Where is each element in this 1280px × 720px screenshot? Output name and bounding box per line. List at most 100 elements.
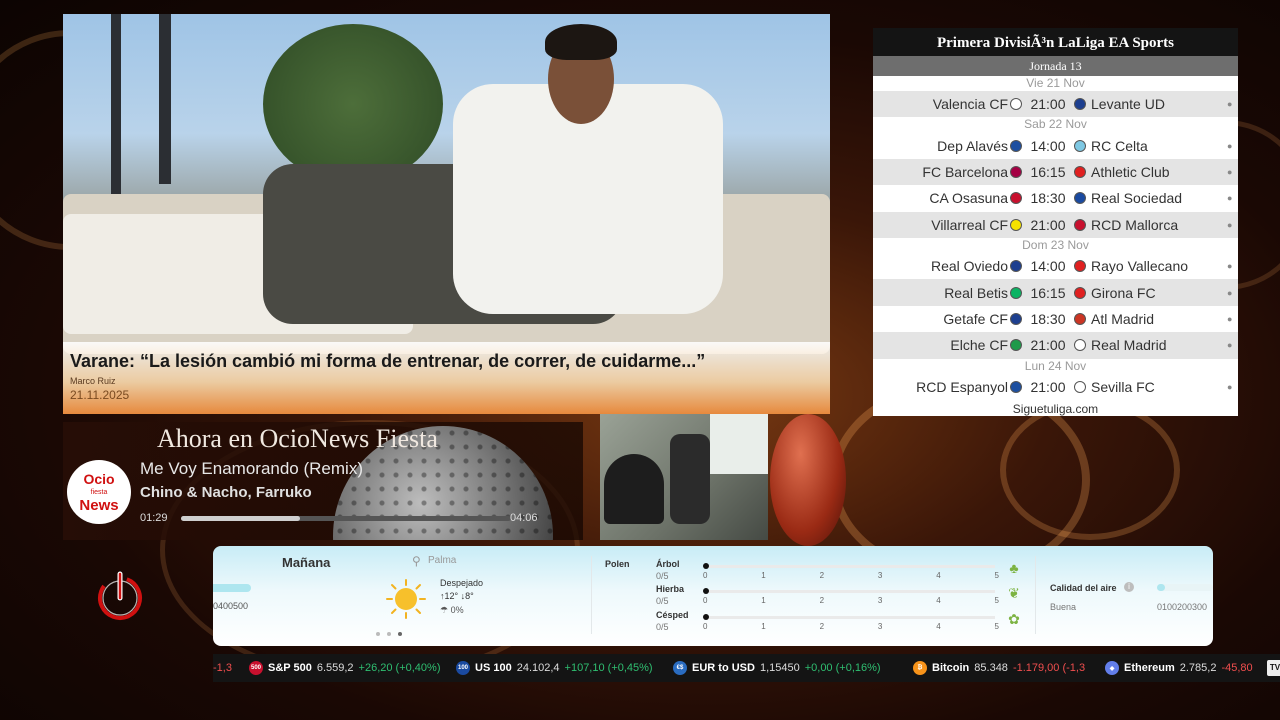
pollen-scale-tick: 4 [936,571,941,580]
asset-name: US 100 [475,662,512,674]
carousel-dot[interactable] [398,632,402,636]
webcam-chair [670,434,710,524]
rain-chance: ☂ 0% [440,605,464,615]
away-crest-icon [1074,380,1086,393]
pollen-type: Hierba [656,584,685,594]
fixture-row[interactable]: Villarreal CF 21:00 RCD Mallorca ● [873,211,1238,238]
sun-icon [386,579,426,619]
pollen-plant-icon: ✿ [1008,611,1020,627]
away-crest-icon [1074,98,1086,111]
location-pin-icon[interactable]: ● [1227,99,1232,109]
carousel-dot[interactable] [376,632,380,636]
fixture-row[interactable]: Getafe CF 18:30 Atl Madrid ● [873,306,1238,332]
fixture-row[interactable]: Real Oviedo 14:00 Rayo Vallecano ● [873,253,1238,279]
asset-name: Bitcoin [932,662,970,674]
away-team: Real Madrid [1091,337,1167,354]
pollen-scale-tick: 1 [761,622,766,631]
pollen-scale-tick: 2 [819,622,825,631]
fixture-row[interactable]: Valencia CF 21:00 Levante UD ● [873,91,1238,118]
home-crest-icon [1010,286,1022,299]
air-quality-scale: 0100200300 [1157,602,1208,612]
news-card[interactable]: Varane: “La lesión cambió mi forma de en… [63,14,830,414]
away-team: Levante UD [1091,96,1165,113]
away-team: RC Celta [1091,137,1148,154]
air-quality-label: Calidad del aire [1050,583,1117,593]
ticker-item[interactable]: 100 US 100 24.102,4 +107,10 (+0,45%) [456,654,653,682]
photo-pole [159,14,171,184]
location-pin-icon[interactable]: ● [1227,220,1232,230]
home-team: Real Betis [944,284,1008,301]
location-pin-icon[interactable]: ● [1227,193,1232,203]
away-team: Atl Madrid [1091,310,1155,327]
ticker-item[interactable]: ◆ Ethereum 2.785,2 -45,80 [1105,654,1253,682]
asset-icon: 500 [249,661,263,675]
ticker-item[interactable]: -1,3 [213,654,232,682]
laliga-footer-link[interactable]: Siguetuliga.com [873,400,1238,416]
pollen-level-marker [703,563,709,569]
ticker-item[interactable]: ₿ Bitcoin 85.348 -1.179,00 (-1,3 [913,654,1085,682]
forecast-day: Mañana [282,555,331,570]
pollen-scale-tick: 1 [761,571,766,580]
kickoff-time: 21:00 [1030,337,1066,354]
rugby-ball-graphic [770,414,846,546]
away-team: Real Sociedad [1091,190,1183,207]
carousel-dot[interactable] [387,632,391,636]
location-pin-icon[interactable]: ● [1227,288,1232,298]
away-team: Rayo Vallecano [1091,258,1189,275]
power-icon[interactable] [94,570,146,622]
fixture-row[interactable]: RCD Espanyol 21:00 Sevilla FC ● [873,374,1238,400]
pollen-scale-tick: 2 [819,571,825,580]
asset-icon: ◆ [1105,661,1119,675]
fixture-day-header: Lun 24 Nov [873,358,1238,374]
location-pin-icon[interactable]: ● [1227,314,1232,324]
pollen-scale-tick: 3 [877,571,883,580]
photo-person-hair [545,24,617,60]
home-team: RCD Espanyol [916,378,1008,395]
location-pin-icon[interactable]: ● [1227,340,1232,350]
home-team: Getafe CF [943,310,1008,327]
station-logo: Ocio fiesta News [67,460,131,524]
fixture-row[interactable]: Dep Alavés 14:00 RC Celta ● [873,132,1238,158]
fixture-day-header: Vie 21 Nov [873,76,1238,91]
fixture-row[interactable]: Elche CF 21:00 Real Madrid ● [873,332,1238,359]
air-scale-left: 0400500 [213,601,249,611]
umbrella-icon: ☂ [440,605,451,615]
ticker-item[interactable]: 500 S&P 500 6.559,2 +26,20 (+0,40%) [249,654,440,682]
away-crest-icon [1074,339,1086,352]
fixture-row[interactable]: CA Osasuna 18:30 Real Sociedad ● [873,185,1238,211]
pollen-scale-tick: 0 [703,622,708,631]
home-team: FC Barcelona [922,163,1008,180]
asset-change: +107,10 (+0,45%) [564,662,653,674]
photo-palm [263,24,443,184]
pollen-scale: 0 1 2 3 4 5 [703,571,999,580]
pollen-level-marker [703,588,709,594]
news-date: 21.11.2025 [70,388,130,402]
pollen-scale: 0 1 2 3 4 5 [703,596,999,605]
fixture-row[interactable]: Real Betis 16:15 Girona FC ● [873,279,1238,306]
playback-progress-bar[interactable] [181,516,511,521]
ticker-item[interactable]: €$ EUR to USD 1,15450 +0,00 (+0,16%) [673,654,881,682]
location-pin-icon[interactable]: ● [1227,261,1232,271]
away-crest-icon [1074,218,1086,231]
kickoff-time: 21:00 [1030,378,1066,395]
pollen-value: 0/5 [656,622,669,632]
asset-price: 24.102,4 [516,662,560,674]
kickoff-time: 16:15 [1030,163,1066,180]
pollen-scale-tick: 0 [703,596,708,605]
away-crest-icon [1074,139,1086,152]
fixture-day-header: Sab 22 Nov [873,117,1238,133]
fixture-row[interactable]: FC Barcelona 16:15 Athletic Club ● [873,158,1238,186]
asset-name: EUR to USD [692,662,755,674]
tradingview-logo-icon[interactable]: TV [1267,660,1280,676]
location-pin-icon[interactable]: ● [1227,167,1232,177]
weather-condition: Despejado [440,578,484,588]
location-pin-icon[interactable]: ● [1227,382,1232,392]
news-headline[interactable]: Varane: “La lesión cambió mi forma de en… [70,350,823,372]
info-icon[interactable]: i [1124,582,1134,592]
air-quality-bar [1157,584,1213,591]
location-pin-icon[interactable]: ● [1227,141,1232,151]
away-team: Athletic Club [1091,163,1170,180]
elapsed-time: 01:29 [140,512,168,524]
home-team: Elche CF [950,337,1008,354]
bg-ring [1000,400,1180,540]
